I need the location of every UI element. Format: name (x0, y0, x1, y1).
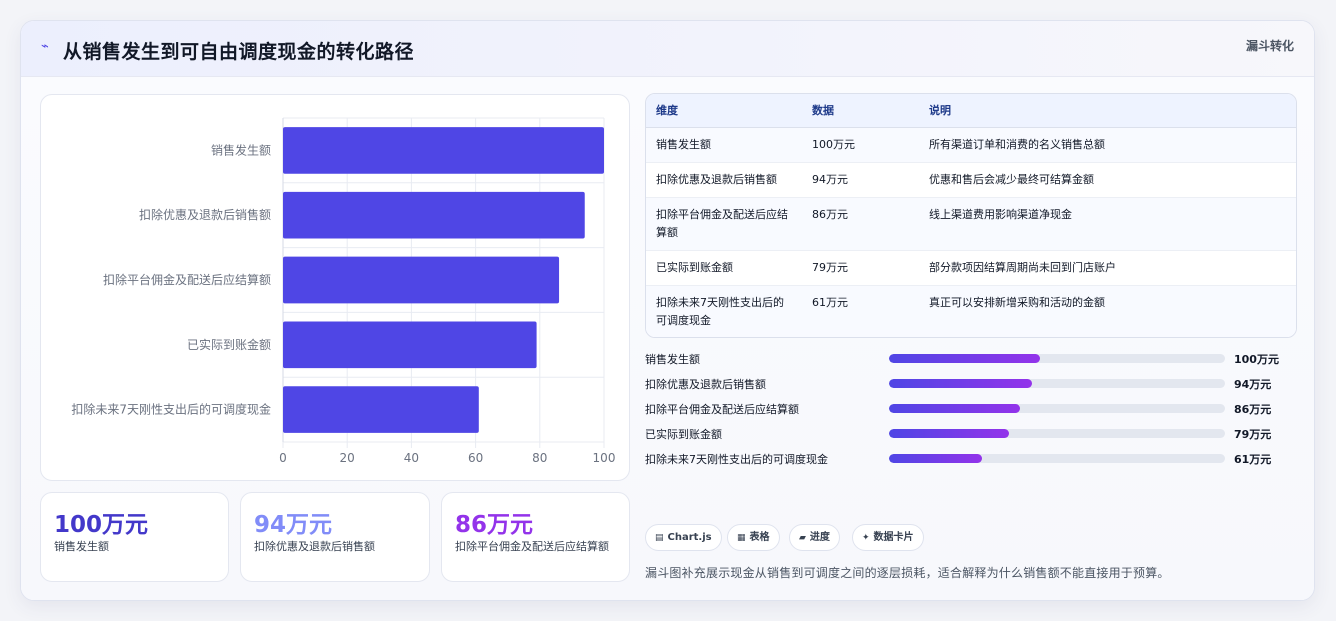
progress-fill (889, 404, 1021, 413)
progress-track (889, 379, 1225, 388)
chip-label: Chart.js (667, 532, 712, 543)
kpi-value: 100万元 (54, 512, 149, 538)
table-row: 已实际到账金额 79万元 部分款项因结算周期尚未回到门店账户 (646, 250, 1296, 286)
progress-track (889, 404, 1225, 413)
kpi-label: 销售发生额 (54, 540, 109, 553)
y-tick-label: 扣除平台佣金及配送后应结算额 (103, 272, 271, 287)
sparkle-icon: ✦ (862, 533, 870, 543)
table-cell-dimension: 销售发生额 (646, 127, 802, 163)
table-header-description: 说明 (919, 94, 1296, 128)
y-tick-label: 扣除优惠及退款后销售额 (139, 207, 271, 222)
chip-label: 数据卡片 (873, 532, 914, 543)
kpi-card-sales: 100万元 销售发生额 (40, 492, 229, 582)
bar (283, 386, 479, 433)
progress-track (889, 429, 1225, 438)
chip-chartjs[interactable]: ▤ Chart.js (645, 524, 722, 551)
progress-row: 销售发生额 100万元 (645, 348, 1305, 368)
table-row: 销售发生额 100万元 所有渠道订单和消费的名义销售总额 (646, 127, 1296, 163)
chart-icon: ▤ (655, 533, 664, 543)
bar (283, 127, 604, 174)
bar (283, 256, 560, 304)
table-cell-data: 94万元 (802, 162, 919, 198)
chip-progress[interactable]: ▰ 进度 (789, 524, 840, 551)
table-cell-dimension: 扣除未来7天刚性支出后的可调度现金 (646, 285, 802, 337)
footnote: 漏斗图补充展示现金从销售到可调度之间的逐层损耗，适合解释为什么销售额不能直接用于… (645, 566, 1170, 580)
y-tick-label: 已实际到账金额 (187, 337, 271, 352)
table-cell-data: 61万元 (802, 285, 919, 337)
table-cell-description: 线上渠道费用影响渠道净现金 (919, 197, 1296, 251)
table-cell-description: 真正可以安排新增采购和活动的金额 (919, 285, 1296, 337)
table-cell-data: 79万元 (802, 250, 919, 286)
progress-value: 94万元 (1234, 378, 1272, 391)
funnel-badge: 漏斗转化 (1245, 39, 1294, 53)
kpi-card-settlement: 86万元 扣除平台佣金及配送后应结算额 (441, 492, 630, 582)
progress-row: 扣除未来7天刚性支出后的可调度现金 61万元 (645, 448, 1305, 468)
x-tick-label: 20 (340, 451, 355, 465)
data-table: 维度 数据 说明 销售发生额 100万元 所有渠道订单和消费的名义销售总额 扣除… (645, 93, 1297, 338)
y-tick-label: 扣除未来7天刚性支出后的可调度现金 (71, 402, 271, 417)
table-header-data: 数据 (802, 94, 919, 128)
kpi-value: 94万元 (254, 512, 333, 538)
table-cell-dimension: 扣除平台佣金及配送后应结算额 (646, 197, 802, 251)
x-tick-label: 0 (279, 451, 287, 465)
chip-data-card[interactable]: ✦ 数据卡片 (852, 524, 924, 551)
x-tick-label: 40 (404, 451, 419, 465)
table-row: 扣除平台佣金及配送后应结算额 86万元 线上渠道费用影响渠道净现金 (646, 197, 1296, 251)
kpi-label: 扣除平台佣金及配送后应结算额 (455, 540, 609, 553)
progress-label: 销售发生额 (645, 353, 700, 366)
chip-table[interactable]: ▦ 表格 (727, 524, 780, 551)
funnel-bar-chart: 销售发生额扣除优惠及退款后销售额扣除平台佣金及配送后应结算额已实际到账金额扣除未… (71, 117, 616, 465)
table-header-dimension: 维度 (646, 94, 802, 128)
kpi-label: 扣除优惠及退款后销售额 (254, 540, 375, 553)
table-cell-description: 所有渠道订单和消费的名义销售总额 (919, 127, 1296, 163)
x-tick-label: 60 (468, 451, 483, 465)
table-cell-description: 优惠和售后会减少最终可结算金额 (919, 162, 1296, 198)
progress-row: 扣除优惠及退款后销售额 94万元 (645, 373, 1305, 393)
chip-label: 进度 (809, 532, 830, 543)
progress-label: 扣除未来7天刚性支出后的可调度现金 (645, 453, 828, 466)
progress-value: 100万元 (1234, 353, 1279, 366)
progress-value: 61万元 (1234, 453, 1272, 466)
page-title: 从销售发生到可自由调度现金的转化路径 (63, 41, 415, 63)
table-cell-data: 100万元 (802, 127, 919, 163)
table-icon: ▦ (737, 533, 746, 543)
x-tick-label: 100 (593, 451, 616, 465)
funnel-chart-panel: 销售发生额扣除优惠及退款后销售额扣除平台佣金及配送后应结算额已实际到账金额扣除未… (40, 94, 630, 481)
progress-label: 扣除平台佣金及配送后应结算额 (645, 403, 799, 416)
progress-value: 86万元 (1234, 403, 1272, 416)
table-row: 扣除未来7天刚性支出后的可调度现金 61万元 真正可以安排新增采购和活动的金额 (646, 285, 1296, 337)
kpi-value: 86万元 (455, 512, 534, 538)
progress-fill (889, 454, 983, 463)
dashboard-card: ⌁ 从销售发生到可自由调度现金的转化路径 漏斗转化 销售发生额 扣除优惠及退款后销… (20, 20, 1315, 601)
progress-fill (889, 429, 1009, 438)
kpi-card-net-sales: 94万元 扣除优惠及退款后销售额 (240, 492, 430, 582)
progress-row: 扣除平台佣金及配送后应结算额 86万元 (645, 398, 1305, 418)
progress-fill (889, 354, 1041, 363)
card-header: ⌁ 从销售发生到可自由调度现金的转化路径 漏斗转化 (21, 21, 1314, 77)
y-tick-label: 销售发生额 (211, 142, 271, 157)
bar (283, 191, 585, 239)
progress-row: 已实际到账金额 79万元 (645, 423, 1305, 443)
table-cell-dimension: 扣除优惠及退款后销售额 (646, 162, 802, 198)
table-cell-description: 部分款项因结算周期尚未回到门店账户 (919, 250, 1296, 286)
progress-icon: ▰ (799, 533, 806, 543)
progress-track (889, 354, 1225, 363)
trend-icon: ⌁ (41, 39, 49, 54)
progress-fill (889, 379, 1032, 388)
progress-label: 扣除优惠及退款后销售额 (645, 378, 766, 391)
x-tick-label: 80 (532, 451, 547, 465)
chip-label: 表格 (749, 532, 770, 543)
table-cell-data: 86万元 (802, 197, 919, 251)
bar (283, 321, 537, 369)
table-cell-dimension: 已实际到账金额 (646, 250, 802, 286)
progress-value: 79万元 (1234, 428, 1272, 441)
table-row: 扣除优惠及退款后销售额 94万元 优惠和售后会减少最终可结算金额 (646, 162, 1296, 198)
progress-track (889, 454, 1225, 463)
progress-label: 已实际到账金额 (645, 428, 722, 441)
